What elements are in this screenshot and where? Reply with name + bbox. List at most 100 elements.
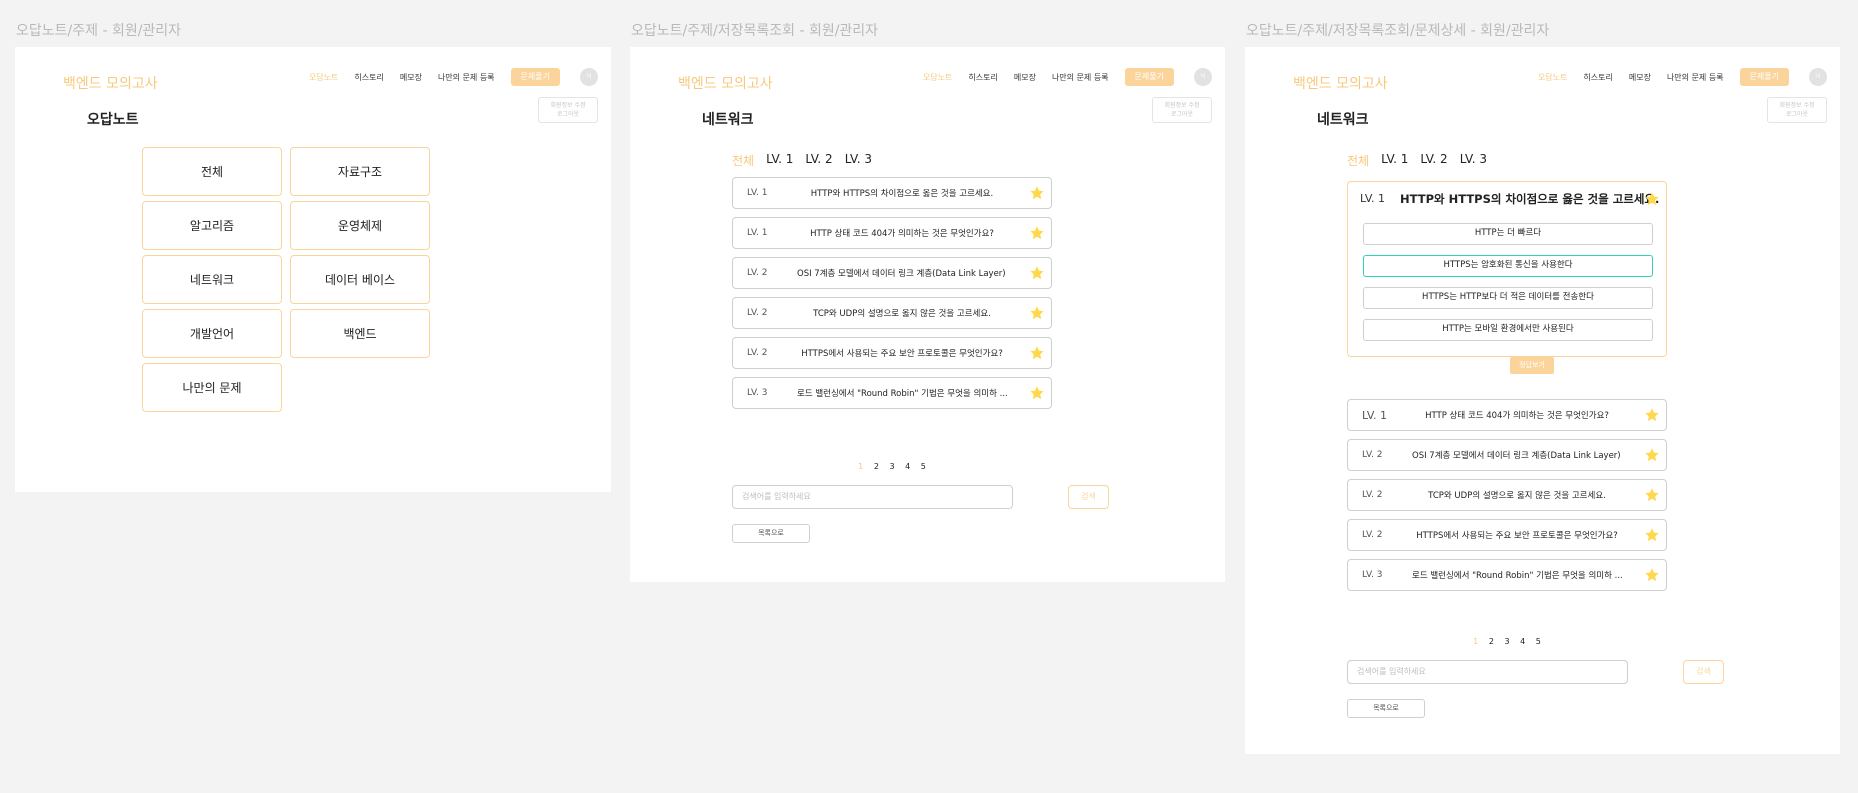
category-database[interactable]: 데이터 베이스 (290, 255, 430, 304)
logo[interactable]: 백엔드 모의고사 (1293, 73, 1388, 93)
star-icon[interactable] (1644, 567, 1660, 583)
question-row[interactable]: LV. 3 로드 밸런싱에서 "Round Robin" 기법은 무엇을 의미하 … (732, 377, 1052, 409)
question-level: LV. 2 (747, 308, 768, 318)
frame-topic-select: 백엔드 모의고사 오답노트 히스토리 메모장 나만의 문제 등록 문제풀기 닉 … (15, 47, 611, 492)
star-icon[interactable] (1029, 305, 1045, 321)
frame-title: 오답노트/주제/저장목록조회/문제상세 - 회원/관리자 (1246, 23, 1550, 39)
tab-all[interactable]: 전체 (1347, 152, 1369, 169)
search-button[interactable]: 검색 (1683, 660, 1724, 684)
tab-lv1[interactable]: LV. 1 (1381, 152, 1408, 169)
category-backend[interactable]: 백엔드 (290, 309, 430, 358)
tab-lv3[interactable]: LV. 3 (1460, 152, 1487, 169)
avatar[interactable]: 닉 (580, 68, 598, 86)
category-algorithm[interactable]: 알고리즘 (142, 201, 282, 250)
search-input[interactable]: 검색어를 입력하세요 (1347, 660, 1628, 684)
star-icon[interactable] (1644, 407, 1660, 423)
tab-lv3[interactable]: LV. 3 (845, 152, 872, 169)
star-icon[interactable] (1029, 385, 1045, 401)
tab-lv2[interactable]: LV. 2 (805, 152, 832, 169)
logout-link[interactable]: 로그아웃 (1768, 110, 1826, 119)
question-row[interactable]: LV. 2 TCP와 UDP의 설명으로 옳지 않은 것을 고르세요. (732, 297, 1052, 329)
page-4[interactable]: 4 (1520, 637, 1525, 646)
question-text: OSI 7계층 모델에서 데이터 링크 계층(Data Link Layer) … (797, 269, 1007, 279)
show-answer-button[interactable]: 정답보기 (1510, 357, 1554, 374)
category-os[interactable]: 운영체제 (290, 201, 430, 250)
page-1[interactable]: 1 (858, 462, 863, 471)
tab-all[interactable]: 전체 (732, 152, 754, 169)
solve-button[interactable]: 문제풀기 (1124, 68, 1174, 86)
nav-history[interactable]: 히스토리 (968, 72, 997, 83)
page-3[interactable]: 3 (889, 462, 894, 471)
avatar[interactable]: 닉 (1194, 68, 1212, 86)
page-4[interactable]: 4 (905, 462, 910, 471)
page-3[interactable]: 3 (1504, 637, 1509, 646)
category-my-questions[interactable]: 나만의 문제 (142, 363, 282, 412)
nav-my-question[interactable]: 나만의 문제 등록 (1052, 72, 1109, 83)
nav-memo[interactable]: 메모장 (1014, 72, 1036, 83)
page-2[interactable]: 2 (1489, 637, 1494, 646)
star-icon[interactable] (1644, 527, 1660, 543)
logout-link[interactable]: 로그아웃 (1153, 110, 1211, 119)
question-text: HTTPS에서 사용되는 주요 보안 프로토콜은 무엇인가요? (1416, 531, 1618, 541)
question-row[interactable]: LV. 1 HTTP 상태 코드 404가 의미하는 것은 무엇인가요? (1347, 399, 1667, 431)
star-icon[interactable] (1029, 185, 1045, 201)
tab-lv1[interactable]: LV. 1 (766, 152, 793, 169)
question-row[interactable]: LV. 1 HTTP 상태 코드 404가 의미하는 것은 무엇인가요? (732, 217, 1052, 249)
frame-question-detail: 백엔드 모의고사 오답노트 히스토리 메모장 나만의 문제 등록 문제풀기 닉 … (1245, 47, 1840, 754)
category-network[interactable]: 네트워크 (142, 255, 282, 304)
page-1[interactable]: 1 (1473, 637, 1478, 646)
choice-4[interactable]: HTTP는 모바일 환경에서만 사용된다 (1363, 319, 1653, 341)
search-input[interactable]: 검색어를 입력하세요 (732, 485, 1013, 509)
question-row[interactable]: LV. 2 TCP와 UDP의 설명으로 옳지 않은 것을 고르세요. (1347, 479, 1667, 511)
question-row[interactable]: LV. 2 HTTPS에서 사용되는 주요 보안 프로토콜은 무엇인가요? (732, 337, 1052, 369)
question-row[interactable]: LV. 1 HTTP와 HTTPS의 차이점으로 옳은 것을 고르세요. (732, 177, 1052, 209)
page-5[interactable]: 5 (921, 462, 926, 471)
choice-2[interactable]: HTTPS는 암호화된 통신을 사용한다 (1363, 255, 1653, 277)
avatar[interactable]: 닉 (1809, 68, 1827, 86)
choice-1[interactable]: HTTP는 더 빠르다 (1363, 223, 1653, 245)
back-to-list-button[interactable]: 목록으로 (1347, 699, 1425, 718)
question-list: LV. 1 HTTP와 HTTPS의 차이점으로 옳은 것을 고르세요. LV. … (732, 177, 1052, 417)
nav-wrong-notes[interactable]: 오답노트 (309, 72, 338, 83)
logout-link[interactable]: 로그아웃 (539, 110, 597, 119)
back-to-list-button[interactable]: 목록으로 (732, 524, 810, 543)
page-2[interactable]: 2 (874, 462, 879, 471)
tab-lv2[interactable]: LV. 2 (1420, 152, 1447, 169)
question-row[interactable]: LV. 2 OSI 7계층 모델에서 데이터 링크 계층(Data Link La… (1347, 439, 1667, 471)
star-icon[interactable] (1644, 487, 1660, 503)
question-row[interactable]: LV. 2 HTTPS에서 사용되는 주요 보안 프로토콜은 무엇인가요? (1347, 519, 1667, 551)
edit-profile-link[interactable]: 회원정보 수정 (1153, 101, 1211, 110)
nav-wrong-notes[interactable]: 오답노트 (923, 72, 952, 83)
nav-memo[interactable]: 메모장 (1629, 72, 1651, 83)
category-data-structure[interactable]: 자료구조 (290, 147, 430, 196)
nav-my-question[interactable]: 나만의 문제 등록 (1667, 72, 1724, 83)
solve-button[interactable]: 문제풀기 (510, 68, 560, 86)
nav-history[interactable]: 히스토리 (1583, 72, 1612, 83)
question-row[interactable]: LV. 2 OSI 7계층 모델에서 데이터 링크 계층(Data Link La… (732, 257, 1052, 289)
edit-profile-link[interactable]: 회원정보 수정 (539, 101, 597, 110)
detail-level: LV. 1 (1360, 192, 1386, 205)
star-icon[interactable] (1029, 345, 1045, 361)
search-button[interactable]: 검색 (1068, 485, 1109, 509)
nav-history[interactable]: 히스토리 (354, 72, 383, 83)
star-icon[interactable] (1029, 225, 1045, 241)
solve-button[interactable]: 문제풀기 (1739, 68, 1789, 86)
star-icon[interactable] (1644, 447, 1660, 463)
logo[interactable]: 백엔드 모의고사 (63, 73, 158, 93)
edit-profile-link[interactable]: 회원정보 수정 (1768, 101, 1826, 110)
category-language[interactable]: 개발언어 (142, 309, 282, 358)
question-row[interactable]: LV. 3 로드 밸런싱에서 "Round Robin" 기법은 무엇을 의미하 … (1347, 559, 1667, 591)
pagination: 1 2 3 4 5 (1347, 637, 1667, 646)
star-icon[interactable] (1029, 265, 1045, 281)
nav-my-question[interactable]: 나만의 문제 등록 (438, 72, 495, 83)
nav-wrong-notes[interactable]: 오답노트 (1538, 72, 1567, 83)
question-text: TCP와 UDP의 설명으로 옳지 않은 것을 고르세요. (1428, 491, 1606, 501)
category-all[interactable]: 전체 (142, 147, 282, 196)
choice-3[interactable]: HTTPS는 HTTP보다 더 적은 데이터를 전송한다 (1363, 287, 1653, 309)
nav-memo[interactable]: 메모장 (400, 72, 422, 83)
question-text: 로드 밸런싱에서 "Round Robin" 기법은 무엇을 의미하 ... (797, 389, 1007, 399)
question-text: OSI 7계층 모델에서 데이터 링크 계층(Data Link Layer) … (1412, 451, 1622, 461)
page-5[interactable]: 5 (1536, 637, 1541, 646)
logo[interactable]: 백엔드 모의고사 (678, 73, 773, 93)
star-icon[interactable] (1644, 191, 1660, 207)
